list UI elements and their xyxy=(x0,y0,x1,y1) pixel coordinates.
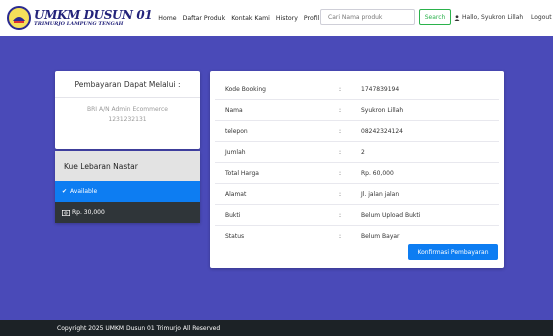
nav-links: Home Daftar Produk Kontak Kami History P… xyxy=(158,15,325,22)
detail-label: Nama xyxy=(225,107,243,114)
product-status-text: Available xyxy=(70,188,98,195)
detail-row-jumlah: Jumlah : 2 xyxy=(215,142,499,163)
detail-label: telepon xyxy=(225,128,248,135)
detail-value: 08242324124 xyxy=(361,128,403,135)
detail-separator: : xyxy=(339,212,342,219)
logo-emblem-icon xyxy=(7,6,31,30)
product-card: Kue Lebaran Nastar ✔ Available Rp. 30,00… xyxy=(55,151,200,223)
user-greeting[interactable]: Hallo, Syukron Lillah xyxy=(454,14,523,21)
payment-bank: BRI A/N Admin Ecommerce xyxy=(87,106,168,113)
nav-link-daftar-produk[interactable]: Daftar Produk xyxy=(183,15,226,22)
detail-separator: : xyxy=(339,191,342,198)
brand-logo[interactable]: UMKM DUSUN 01 TRIMURJO LAMPUNG TENGAH xyxy=(7,6,153,30)
product-price-text: Rp. 30,000 xyxy=(72,209,105,216)
user-icon xyxy=(454,14,460,21)
detail-separator: : xyxy=(339,86,342,93)
brand-subtitle: TRIMURJO LAMPUNG TENGAH xyxy=(34,21,124,27)
detail-separator: : xyxy=(339,128,342,135)
payment-title: Pembayaran Dapat Melalui : xyxy=(74,80,181,89)
detail-row-alamat: Alamat : Jl. jalan jalan xyxy=(215,184,499,205)
detail-separator: : xyxy=(339,170,342,177)
detail-label: Kode Booking xyxy=(225,86,266,93)
detail-separator: : xyxy=(339,233,342,240)
footer: Copyright 2025 UMKM Dusun 01 Trimurjo Al… xyxy=(0,320,553,336)
product-price: Rp. 30,000 xyxy=(55,202,200,223)
nav-link-home[interactable]: Home xyxy=(158,15,176,22)
detail-label: Total Harga xyxy=(225,170,259,177)
detail-row-telepon: telepon : 08242324124 xyxy=(215,121,499,142)
search-input[interactable] xyxy=(320,9,415,25)
detail-label: Jumlah xyxy=(225,149,246,156)
product-status: ✔ Available xyxy=(55,181,200,202)
detail-row-nama: Nama : Syukron Lillah xyxy=(215,100,499,121)
detail-value: 2 xyxy=(361,149,365,156)
confirm-payment-button[interactable]: Konfirmasi Pembayaran xyxy=(408,244,498,260)
detail-value: Belum Bayar xyxy=(361,233,400,240)
brand-title: UMKM DUSUN 01 xyxy=(34,8,153,22)
detail-label: Alamat xyxy=(225,191,247,198)
payment-account-number: 1231232131 xyxy=(108,116,147,123)
detail-label: Bukti xyxy=(225,212,241,219)
detail-value: Belum Upload Bukti xyxy=(361,212,421,219)
detail-row-total-harga: Total Harga : Rp. 60,000 xyxy=(215,163,499,184)
navbar: UMKM DUSUN 01 TRIMURJO LAMPUNG TENGAH Ho… xyxy=(0,0,553,36)
detail-value: Syukron Lillah xyxy=(361,107,404,114)
detail-separator: : xyxy=(339,149,342,156)
detail-row-kode-booking: Kode Booking : 1747839194 xyxy=(215,79,499,100)
detail-label: Status xyxy=(225,233,245,240)
check-icon: ✔ xyxy=(62,188,68,195)
detail-row-bukti: Bukti : Belum Upload Bukti xyxy=(215,205,499,226)
search-button[interactable]: Search xyxy=(419,9,451,25)
user-greeting-text: Hallo, Syukron Lillah xyxy=(462,14,524,21)
payment-divider xyxy=(55,97,200,98)
money-icon xyxy=(62,209,70,216)
brand-text: UMKM DUSUN 01 TRIMURJO LAMPUNG TENGAH xyxy=(34,8,153,27)
footer-copyright: Copyright 2025 UMKM Dusun 01 Trimurjo Al… xyxy=(57,324,221,332)
booking-detail-card: Kode Booking : 1747839194 Nama : Syukron… xyxy=(210,71,504,268)
product-name: Kue Lebaran Nastar xyxy=(55,151,200,181)
payment-info-card: Pembayaran Dapat Melalui : BRI A/N Admin… xyxy=(55,71,200,149)
detail-value: Rp. 60,000 xyxy=(361,170,394,177)
nav-link-kontak-kami[interactable]: Kontak Kami xyxy=(231,15,270,22)
detail-value: 1747839194 xyxy=(361,86,400,93)
logout-link[interactable]: Logout xyxy=(531,14,552,21)
nav-link-profil[interactable]: Profil xyxy=(304,15,319,22)
detail-separator: : xyxy=(339,107,342,114)
detail-value: Jl. jalan jalan xyxy=(361,191,400,198)
nav-link-history[interactable]: History xyxy=(276,15,298,22)
